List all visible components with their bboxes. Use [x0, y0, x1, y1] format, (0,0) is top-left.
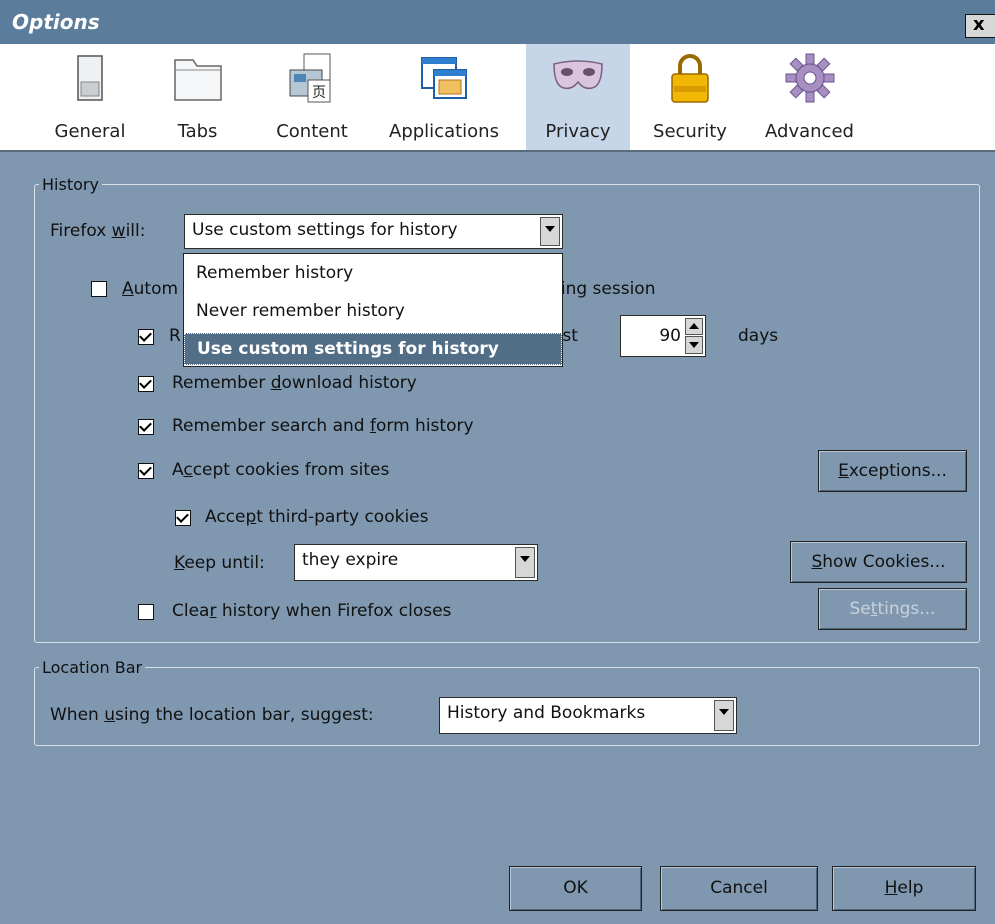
download-history-label: Remember download history: [172, 373, 417, 393]
location-bar-suggest-value: History and Bookmarks: [447, 703, 646, 723]
advanced-gear-icon: [785, 53, 834, 103]
dropdown-option-custom-settings[interactable]: Use custom settings for history: [184, 333, 562, 365]
third-party-cookies-checkbox[interactable]: [175, 510, 191, 526]
help-button[interactable]: Help: [832, 866, 976, 911]
tab-content-label: Content: [276, 121, 348, 142]
keep-until-value: they expire: [302, 550, 399, 570]
dialog-title: Options: [12, 10, 100, 34]
auto-private-label-end: sing session: [552, 279, 656, 299]
firefox-will-label: Firefox will:: [50, 221, 146, 241]
chevron-up-icon: [689, 323, 699, 329]
history-mode-value: Use custom settings for history: [192, 220, 458, 240]
security-padlock-icon: [671, 54, 709, 103]
third-party-cookies-label: Accept third-party cookies: [205, 507, 429, 527]
keep-until-select[interactable]: they expire: [294, 544, 538, 581]
chevron-down-icon[interactable]: [540, 217, 560, 246]
history-legend: History: [42, 175, 99, 194]
accept-cookies-checkbox[interactable]: [138, 463, 154, 479]
tab-general-label: General: [54, 121, 126, 142]
tab-applications-label: Applications: [389, 121, 499, 142]
history-days-spinner[interactable]: 90: [620, 315, 706, 357]
location-bar-suggest-label: When using the location bar, suggest:: [50, 705, 374, 725]
options-dialog: Options x General Tabs 页 Content Applica…: [0, 0, 995, 924]
tab-content[interactable]: 页 Content: [262, 44, 362, 150]
spin-up-button[interactable]: [685, 318, 703, 335]
location-bar-suggest-select[interactable]: History and Bookmarks: [439, 697, 737, 734]
clear-history-label: Clear history when Firefox closes: [172, 601, 452, 621]
spin-down-button[interactable]: [685, 336, 703, 354]
settings-button[interactable]: Settings...: [818, 588, 967, 630]
search-form-history-label: Remember search and form history: [172, 416, 474, 436]
auto-private-checkbox[interactable]: [91, 281, 107, 297]
history-mode-select[interactable]: Use custom settings for history: [184, 214, 563, 249]
history-days-unit: days: [738, 326, 779, 346]
dropdown-option-remember-history[interactable]: Remember history: [184, 258, 562, 288]
close-button[interactable]: x: [965, 14, 995, 38]
chevron-down-icon[interactable]: [714, 700, 734, 731]
tab-privacy[interactable]: Privacy: [526, 44, 630, 150]
tab-privacy-label: Privacy: [545, 121, 611, 142]
tab-tabs[interactable]: Tabs: [150, 44, 245, 150]
cancel-button[interactable]: Cancel: [660, 866, 818, 911]
history-mode-dropdown: Remember history Never remember history …: [183, 253, 563, 367]
applications-window-icon: [421, 57, 467, 99]
tab-tabs-label: Tabs: [177, 121, 218, 142]
ok-button[interactable]: OK: [509, 866, 642, 911]
tab-advanced-label: Advanced: [765, 121, 854, 142]
tab-applications[interactable]: Applications: [374, 44, 514, 150]
close-icon: x: [973, 14, 985, 35]
location-bar-legend: Location Bar: [42, 658, 143, 677]
svg-text:页: 页: [312, 85, 326, 101]
general-switch-icon: [77, 55, 103, 101]
chevron-down-icon: [689, 342, 699, 348]
browsing-history-checkbox[interactable]: [138, 329, 154, 345]
keep-until-label: Keep until:: [174, 553, 265, 573]
search-form-history-checkbox[interactable]: [138, 419, 154, 435]
tab-advanced[interactable]: Advanced: [752, 44, 867, 150]
preference-pane-toolbar: General Tabs 页 Content Applications Priv…: [0, 44, 995, 152]
clear-history-checkbox[interactable]: [138, 604, 154, 620]
accept-cookies-label: Accept cookies from sites: [172, 460, 390, 480]
tab-security-label: Security: [653, 121, 727, 142]
tabs-folder-icon: [173, 59, 222, 101]
tab-security[interactable]: Security: [640, 44, 740, 150]
show-cookies-button[interactable]: Show Cookies...: [790, 541, 967, 583]
title-bar: Options x: [0, 0, 995, 44]
exceptions-button[interactable]: Exceptions...: [818, 450, 967, 492]
privacy-mask-icon: [553, 60, 603, 90]
auto-private-label: Autom: [122, 279, 179, 299]
history-days-value: 90: [659, 326, 681, 346]
tab-general[interactable]: General: [40, 44, 140, 150]
content-page-icon: 页: [289, 53, 331, 103]
browsing-history-label: R: [169, 326, 181, 346]
download-history-checkbox[interactable]: [138, 376, 154, 392]
chevron-down-icon[interactable]: [515, 547, 535, 578]
dropdown-option-never-remember-history[interactable]: Never remember history: [184, 296, 562, 326]
